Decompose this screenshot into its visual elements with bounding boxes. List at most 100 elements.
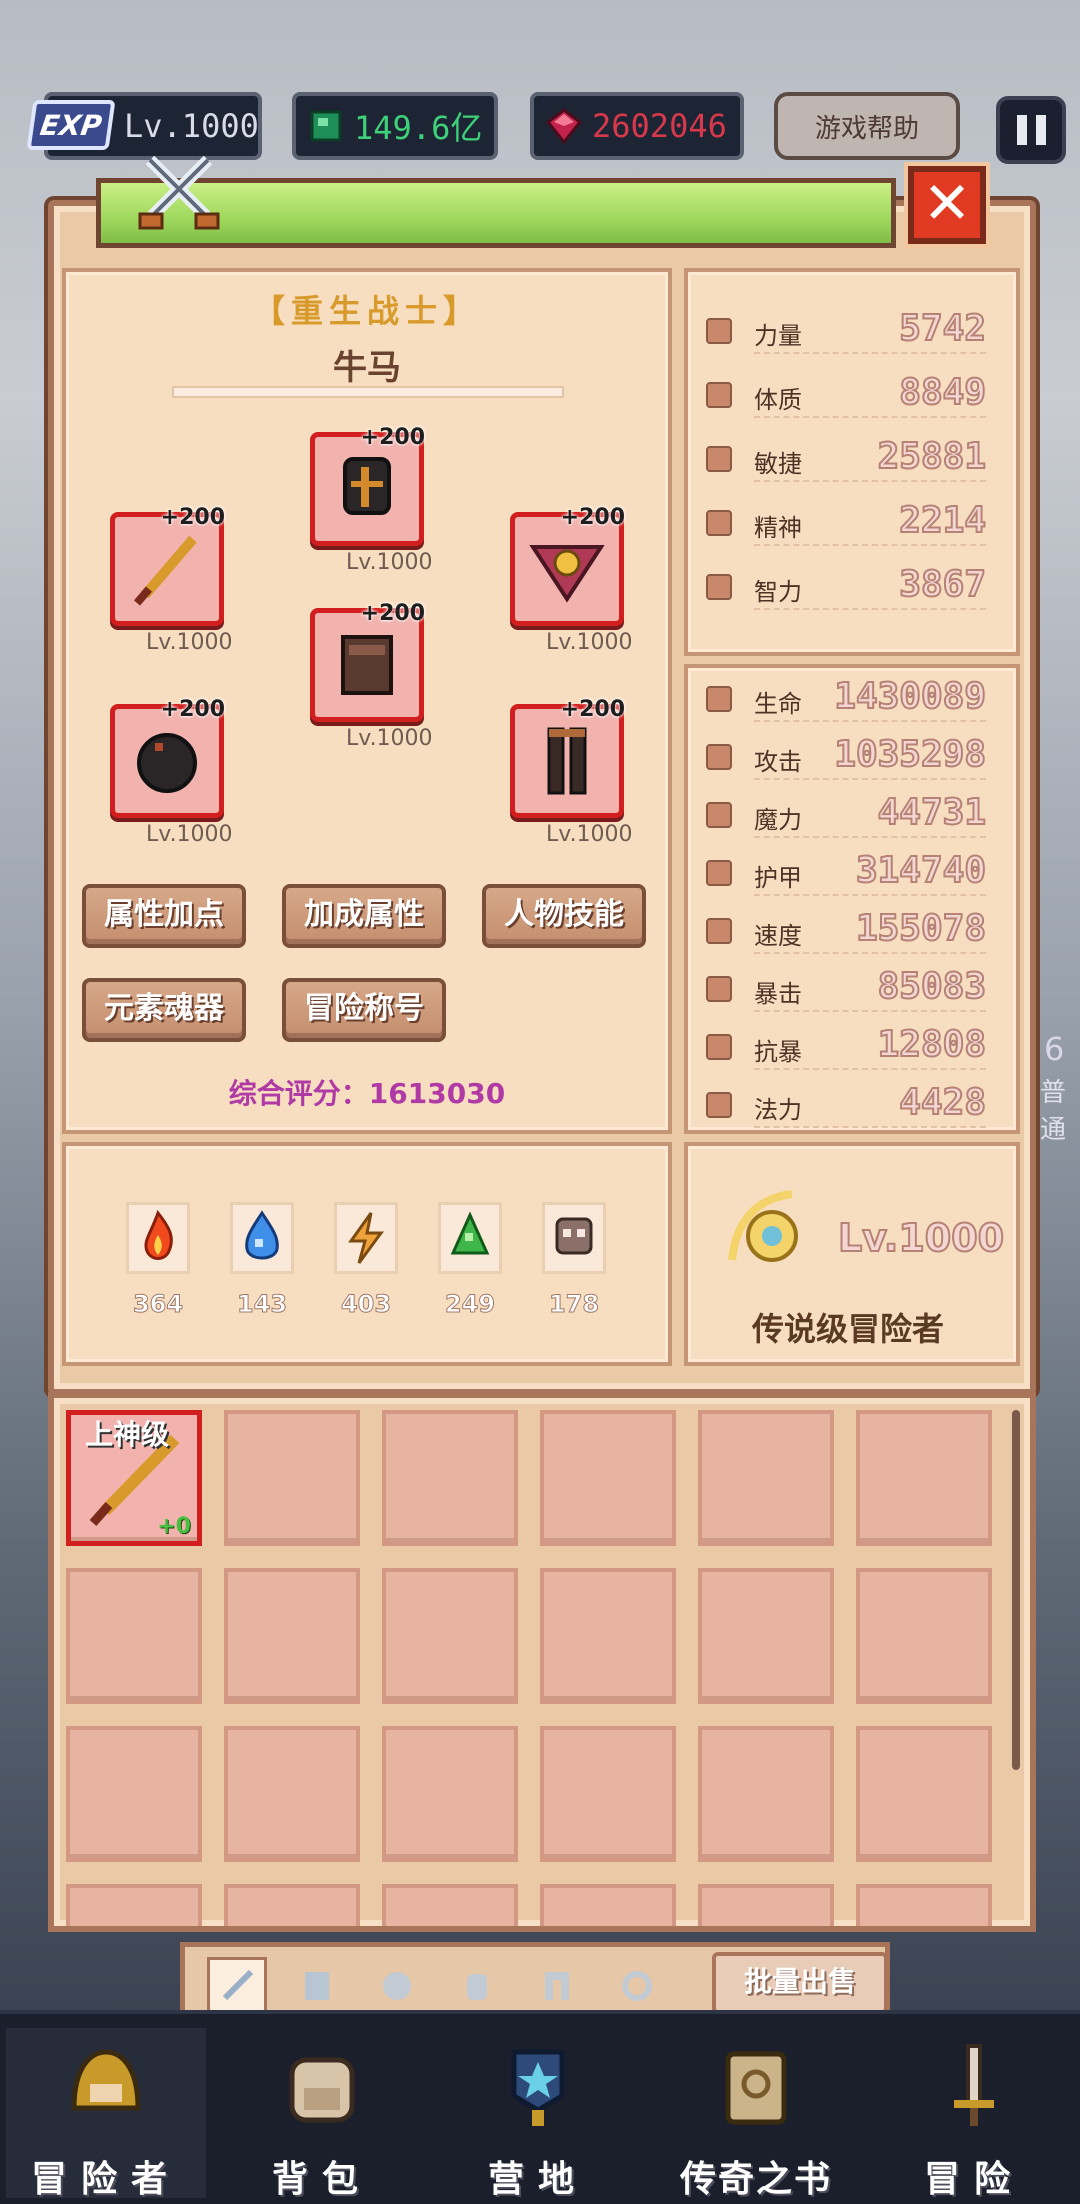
inventory-slot[interactable]: [382, 1884, 518, 1926]
tab-skull[interactable]: [367, 1957, 427, 2015]
lightning-element-slot[interactable]: [334, 1202, 398, 1274]
game-help-button[interactable]: 游戏帮助: [774, 92, 960, 160]
stat-name: 法力: [754, 1096, 802, 1124]
stat-name: 敏捷: [754, 450, 802, 478]
fire-element-slot[interactable]: [126, 1202, 190, 1274]
attribute-points-button[interactable]: 属性加点: [82, 884, 246, 948]
water-element-value: 143: [236, 1290, 288, 1319]
inventory-slot[interactable]: [698, 1726, 834, 1862]
water-element-slot[interactable]: [230, 1202, 294, 1274]
stat-value: 85083: [877, 965, 987, 1008]
pause-button[interactable]: [996, 96, 1066, 164]
inventory-slot[interactable]: [698, 1884, 834, 1926]
inventory-slot[interactable]: [856, 1884, 992, 1926]
player-level: Lv.1000: [124, 107, 259, 145]
stat-row-spirit: 精神 2214: [706, 499, 987, 546]
equip-slot-legs[interactable]: +200: [510, 697, 625, 818]
inventory-slot[interactable]: 上神级 +0: [66, 1410, 202, 1546]
character-name: 牛马: [333, 348, 401, 388]
leg-armor-icon: [547, 727, 587, 795]
inventory-slot[interactable]: [224, 1726, 360, 1862]
inventory-slot[interactable]: [66, 1884, 202, 1926]
nav-adventure[interactable]: 冒险: [874, 2028, 1074, 2200]
tab-helmet[interactable]: [447, 1957, 507, 2015]
inventory-slot[interactable]: [540, 1410, 676, 1546]
equip-level-armor: Lv.1000: [346, 726, 433, 751]
tab-weapon[interactable]: [207, 1957, 267, 2015]
inventory-slot[interactable]: [224, 1568, 360, 1704]
close-button[interactable]: ✕: [908, 166, 986, 244]
star-icon: [706, 1092, 732, 1118]
equip-plus-gloves: +200: [160, 697, 225, 722]
stat-value: 25881: [877, 435, 987, 478]
inventory-slot[interactable]: [540, 1726, 676, 1862]
stat-value: 1430089: [833, 675, 987, 718]
inventory-slot[interactable]: [224, 1410, 360, 1546]
equip-plus-weapon: +200: [160, 505, 225, 530]
lightning-element-icon: [348, 1212, 384, 1264]
lightning-element-value: 403: [340, 1290, 392, 1319]
equip-slot-helmet[interactable]: +200: [310, 425, 425, 546]
nav-backpack[interactable]: 背包: [222, 2028, 422, 2200]
green-gem-icon: [310, 110, 342, 142]
legs-tab-icon: [545, 1972, 569, 2000]
stat-row-speed: 速度 155078: [706, 907, 987, 954]
nav-label: 冒险者: [30, 2159, 181, 2200]
shield-tab-icon: [305, 1972, 329, 2000]
earth-element-slot[interactable]: [438, 1202, 502, 1274]
gem-currency: 149.6亿: [292, 92, 498, 160]
bonus-attributes-button[interactable]: 加成属性: [282, 884, 446, 948]
equip-slot-amulet[interactable]: +200: [510, 505, 625, 626]
adventure-title-button[interactable]: 冒险称号: [282, 978, 446, 1042]
inventory-slot[interactable]: [382, 1568, 518, 1704]
inventory-slot[interactable]: [382, 1726, 518, 1862]
armor-icon: [341, 635, 393, 695]
inventory-slot[interactable]: [540, 1568, 676, 1704]
inventory-scrollbar[interactable]: [1012, 1410, 1020, 1770]
gem-amount: 149.6亿: [354, 109, 483, 147]
stat-row-hp: 生命 1430089: [706, 675, 987, 722]
nav-label: 传奇之书: [679, 2159, 832, 2200]
equip-slot-gloves[interactable]: +200: [110, 697, 225, 818]
element-soul-button[interactable]: 元素魂器: [82, 978, 246, 1042]
stat-row-crit-resist: 抗暴 12808: [706, 1023, 987, 1070]
equip-slot-weapon[interactable]: +200: [110, 505, 225, 626]
character-skills-button[interactable]: 人物技能: [482, 884, 646, 948]
shield-icon: [706, 860, 732, 886]
inventory-slot[interactable]: [224, 1884, 360, 1926]
inventory-slot[interactable]: [698, 1568, 834, 1704]
gloves-icon: [137, 733, 197, 793]
equip-slot-armor[interactable]: +200: [310, 601, 425, 722]
stat-name: 魔力: [754, 806, 802, 834]
adventurer-helmet-icon: [71, 2049, 141, 2111]
stat-row-armor: 护甲 314740: [706, 849, 987, 896]
stat-row-attack: 攻击 1035298: [706, 733, 987, 780]
legend-emblem-icon: [728, 1190, 798, 1262]
nav-legend-book[interactable]: 传奇之书: [656, 2028, 856, 2200]
tab-legs[interactable]: [527, 1957, 587, 2015]
inventory-slot[interactable]: [382, 1410, 518, 1546]
batch-sell-button[interactable]: 批量出售: [712, 1952, 888, 2014]
nav-adventurer[interactable]: 冒险者: [6, 2028, 206, 2200]
dark-element-icon: [555, 1217, 593, 1255]
tab-armor[interactable]: [287, 1957, 347, 2015]
inventory-slot[interactable]: [856, 1410, 992, 1546]
inventory-slot[interactable]: [66, 1726, 202, 1862]
inventory-slot[interactable]: [856, 1568, 992, 1704]
ruby-amount: 2602046: [592, 107, 727, 145]
tab-ring[interactable]: [607, 1957, 667, 2015]
nav-label: 营地: [487, 2159, 588, 2200]
inventory-slot[interactable]: [856, 1726, 992, 1862]
stat-name: 抗暴: [754, 1038, 802, 1066]
fire-element-icon: [144, 1209, 173, 1260]
backpack-icon: [289, 2057, 355, 2123]
rank-level: Lv.1000: [837, 1215, 1005, 1261]
stat-row-crit: 暴击 85083: [706, 965, 987, 1012]
inventory-slot[interactable]: [698, 1410, 834, 1546]
stat-value: 3867: [898, 563, 987, 606]
inventory-slot[interactable]: [66, 1568, 202, 1704]
boot-icon: [706, 918, 732, 944]
nav-camp[interactable]: 营地: [438, 2028, 638, 2200]
dark-element-slot[interactable]: [542, 1202, 606, 1274]
inventory-slot[interactable]: [540, 1884, 676, 1926]
